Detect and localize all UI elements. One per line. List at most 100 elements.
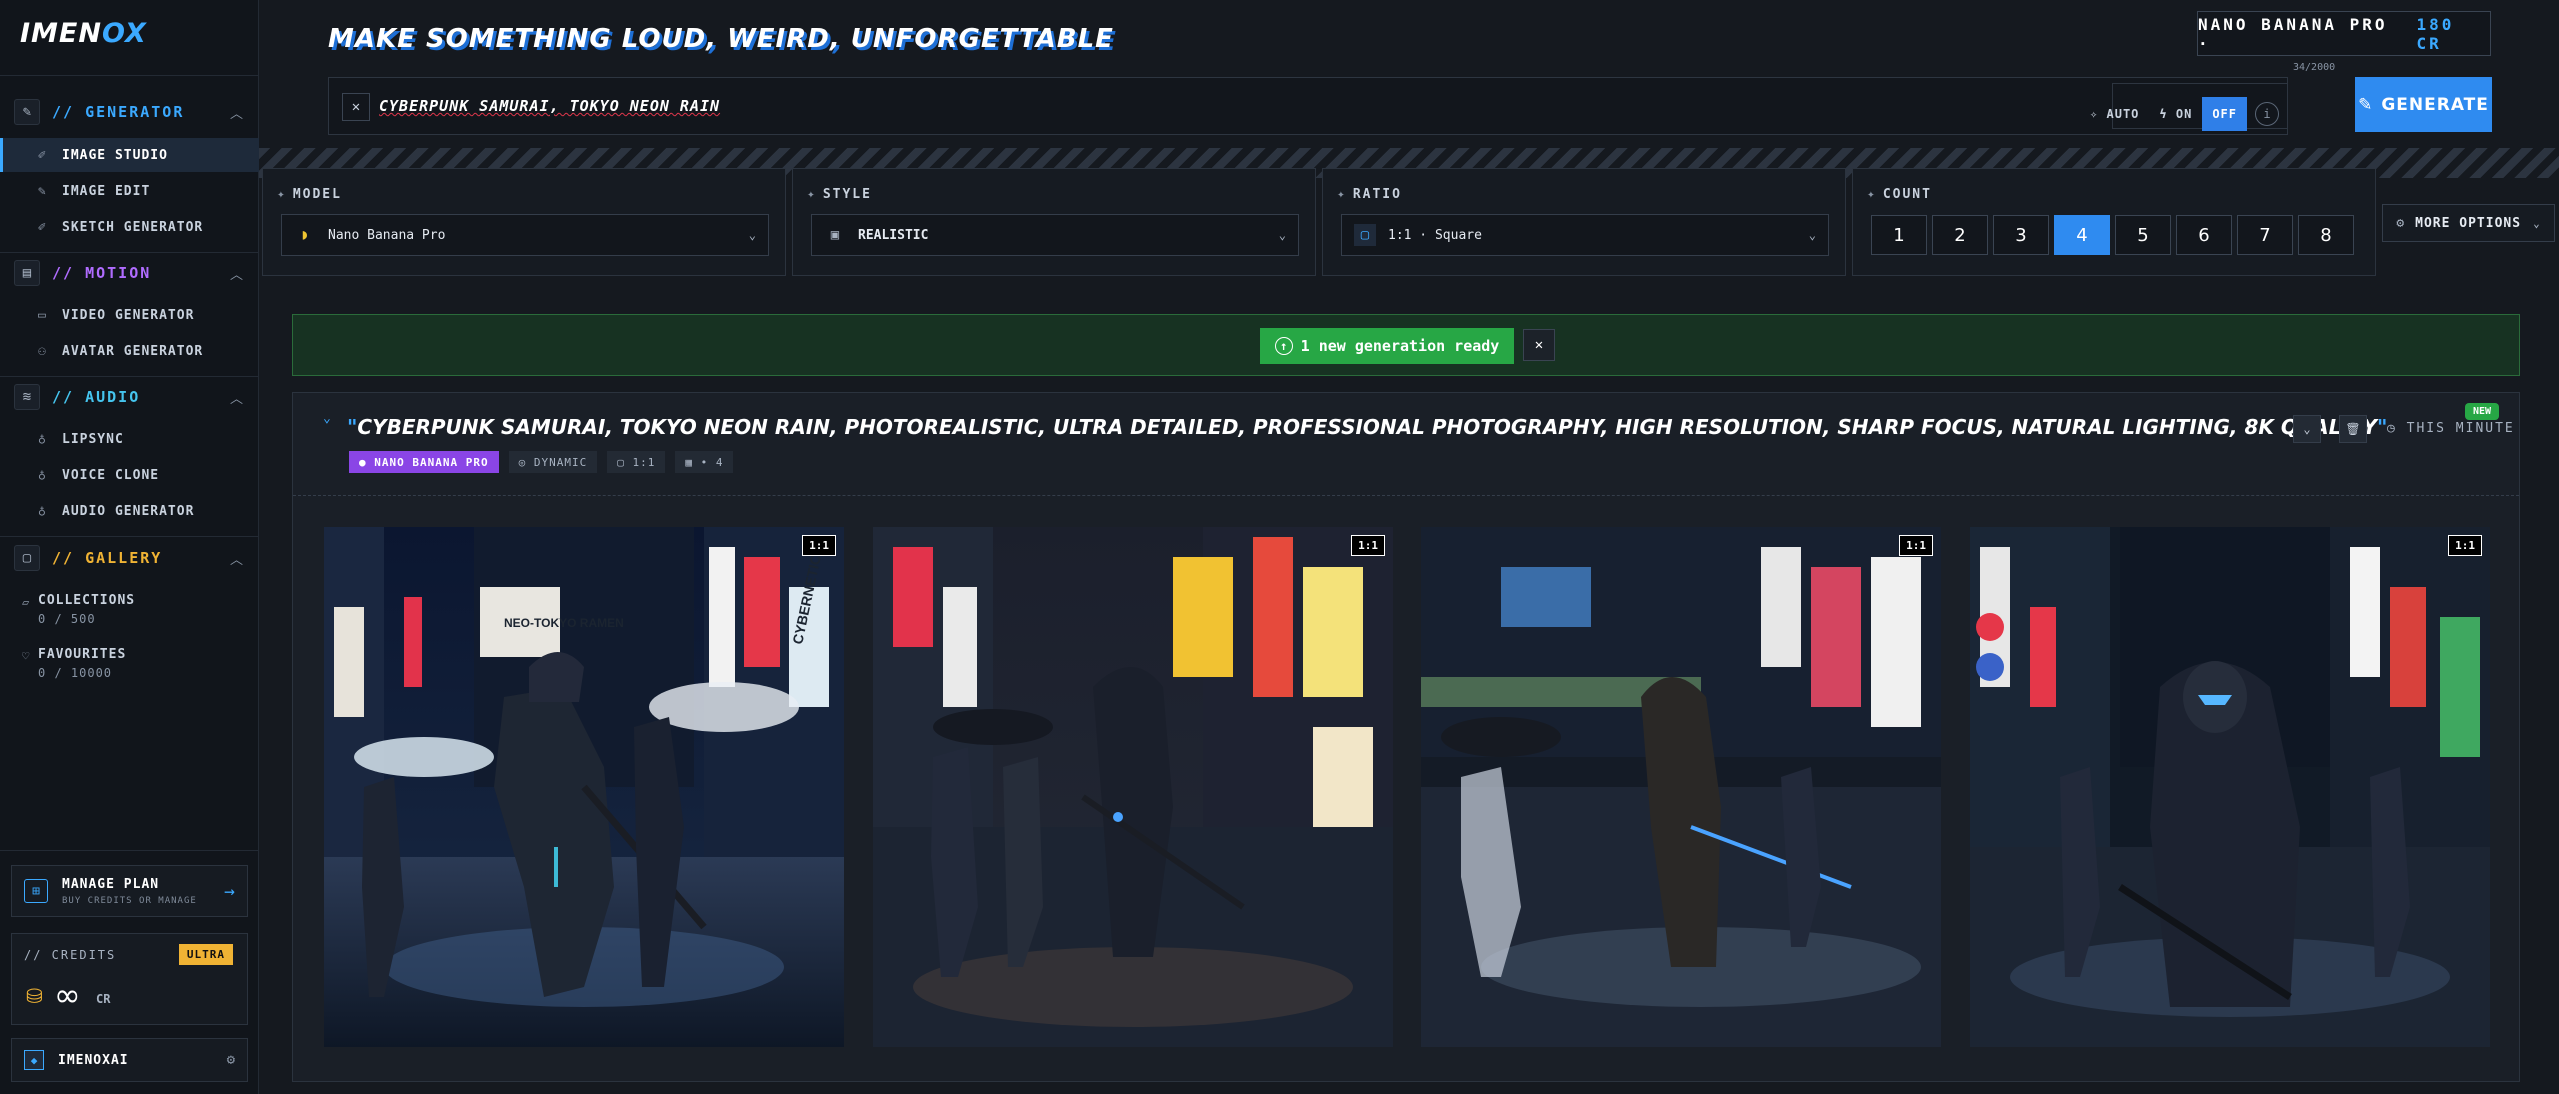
chevron-up-icon[interactable]: ︿ — [230, 549, 243, 568]
result-image-1[interactable]: NEO-TOKYO RAMEN CYBERNETICS 1:1 — [324, 527, 844, 1047]
generate-button[interactable]: ✎ GENERATE — [2355, 77, 2492, 132]
sidebar-item-video-generator[interactable]: ▭ VIDEO GENERATOR — [0, 298, 259, 332]
item-label: COLLECTIONS — [38, 593, 136, 608]
plan-badge: ULTRA — [178, 944, 233, 965]
panel-label: STYLE — [822, 187, 872, 202]
count-option-5[interactable]: 5 — [2115, 215, 2171, 255]
logo[interactable]: IMENOX — [20, 18, 147, 49]
monitor-icon: ▢ — [14, 545, 40, 571]
sidebar-item-lipsync[interactable]: ♁ LIPSYNC — [0, 422, 259, 456]
sidebar-item-avatar-generator[interactable]: ⚇ AVATAR GENERATOR — [0, 334, 259, 368]
section-generator[interactable]: ✎ // GENERATOR ︿ — [0, 95, 259, 129]
count-option-2[interactable]: 2 — [1932, 215, 1988, 255]
enhance-options: ✧ AUTO ϟ ON OFF i — [2080, 89, 2287, 139]
wand-icon: ✎ — [14, 99, 40, 125]
image-4-canvas — [1970, 527, 2490, 1047]
delete-button[interactable]: 🗑 — [2339, 415, 2367, 443]
tag-ratio: ▢ 1:1 — [607, 451, 666, 473]
style-select[interactable]: ▣ REALISTIC ⌄ — [811, 214, 1299, 256]
generation-result: ⌄ "CYBERPUNK SAMURAI, TOKYO NEON RAIN, P… — [292, 392, 2520, 1082]
panel-label: MODEL — [292, 187, 342, 202]
user-icon: ⚇ — [38, 343, 47, 359]
collapse-button[interactable]: ⌄ — [2293, 415, 2321, 443]
chevron-down-icon: ⌄ — [1808, 228, 1816, 242]
model-panel: ✦ MODEL ◗ Nano Banana Pro ⌄ — [262, 168, 786, 276]
section-title: // MOTION — [52, 264, 152, 282]
count-option-4[interactable]: 4 — [2054, 215, 2110, 255]
count-option-6[interactable]: 6 — [2176, 215, 2232, 255]
result-time: ◷ THIS MINUTE — [2387, 421, 2515, 436]
count-option-1[interactable]: 1 — [1871, 215, 1927, 255]
sidebar-item-label: IMAGE EDIT — [62, 183, 151, 199]
clear-prompt-button[interactable]: ✕ — [342, 93, 370, 121]
star-icon: ✦ — [1867, 187, 1877, 202]
mic-icon: ♁ — [38, 467, 47, 483]
panel-label: COUNT — [1882, 187, 1932, 202]
manage-plan-button[interactable]: ⊞ MANAGE PLAN BUY CREDITS OR MANAGE → — [11, 865, 248, 917]
sidebar-item-favourites[interactable]: ♡ FAVOURITES 0 / 10000 — [22, 647, 248, 680]
tag-text: 1:1 — [632, 455, 656, 469]
chevron-up-icon[interactable]: ︿ — [230, 103, 243, 122]
info-icon[interactable]: i — [2255, 102, 2279, 126]
result-image-2[interactable]: 1:1 — [873, 527, 1393, 1047]
section-audio[interactable]: ≋ // AUDIO ︿ — [0, 380, 259, 414]
result-image-3[interactable]: 1:1 — [1421, 527, 1941, 1047]
item-label: FAVOURITES — [38, 647, 127, 662]
tag-count: ▦ • 4 — [675, 451, 734, 473]
more-options-button[interactable]: ⚙ MORE OPTIONS ⌄ — [2382, 204, 2555, 242]
user-card[interactable]: ◆ IMENOXAI ⚙ — [11, 1038, 248, 1082]
image-3-canvas — [1421, 527, 1941, 1047]
count-panel: ✦ COUNT 1 2 3 4 5 6 7 8 — [1852, 168, 2376, 276]
sidebar-item-label: AUDIO GENERATOR — [62, 503, 195, 519]
section-motion[interactable]: ▤ // MOTION ︿ — [0, 256, 259, 290]
gear-icon[interactable]: ⚙ — [227, 1052, 235, 1068]
sidebar-item-collections[interactable]: ▱ COLLECTIONS 0 / 500 — [22, 593, 248, 626]
divider — [293, 495, 2519, 496]
enhance-off[interactable]: OFF — [2202, 97, 2247, 131]
count-option-7[interactable]: 7 — [2237, 215, 2293, 255]
section-title: // GENERATOR — [52, 103, 185, 121]
result-tags: ● NANO BANANA PRO ◎ DYNAMIC ▢ 1:1 ▦ • 4 — [349, 451, 734, 473]
chevron-down-icon[interactable]: ⌄ — [323, 411, 331, 426]
sidebar-item-voice-clone[interactable]: ♁ VOICE CLONE — [0, 458, 259, 492]
model-name: NANO BANANA PRO · — [2198, 14, 2388, 53]
chevron-up-icon[interactable]: ︿ — [230, 264, 243, 283]
sidebar-item-label: VIDEO GENERATOR — [62, 307, 195, 323]
credits-card: // CREDITS ULTRA ⛁ ∞ CR — [11, 933, 248, 1025]
sidebar-item-image-edit[interactable]: ✎ IMAGE EDIT — [0, 174, 259, 208]
chevron-up-icon[interactable]: ︿ — [230, 388, 243, 407]
ratio-select[interactable]: ▢ 1:1 · Square ⌄ — [1341, 214, 1829, 256]
sidebar-item-image-studio[interactable]: ✐ IMAGE STUDIO — [0, 138, 259, 172]
new-generation-pill[interactable]: ↑ 1 new generation ready — [1260, 328, 1514, 364]
cart-icon: ⊞ — [24, 879, 48, 903]
option-label: ON — [2175, 107, 2193, 121]
credits-label: // CREDITS — [24, 948, 117, 962]
username: IMENOXAI — [58, 1052, 129, 1068]
dismiss-banner-button[interactable]: ✕ — [1523, 329, 1555, 361]
sidebar-item-sketch-generator[interactable]: ✐ SKETCH GENERATOR — [0, 210, 259, 244]
prompt-bar: ✕ CYBERPUNK SAMURAI, TOKYO NEON RAIN ✧ A… — [328, 77, 2288, 135]
enhance-on[interactable]: ϟ ON — [2149, 97, 2202, 131]
aspect-badge: 1:1 — [1899, 535, 1933, 556]
model-select[interactable]: ◗ Nano Banana Pro ⌄ — [281, 214, 769, 256]
new-badge: NEW — [2465, 403, 2500, 420]
chevron-down-icon: ⌄ — [748, 228, 756, 242]
arrow-right-icon: → — [224, 880, 235, 902]
count-option-8[interactable]: 8 — [2298, 215, 2354, 255]
divider — [0, 252, 259, 253]
sidebar-item-audio-generator[interactable]: ♁ AUDIO GENERATOR — [0, 494, 259, 528]
enhance-toggle: ✧ AUTO ϟ ON OFF i — [2090, 83, 2288, 131]
bolt-icon: ϟ — [2159, 107, 2176, 121]
chevron-down-icon: ⌄ — [2533, 216, 2541, 230]
result-image-4[interactable]: 1:1 — [1970, 527, 2490, 1047]
gear-icon: ⚙ — [2396, 215, 2406, 231]
prompt-input[interactable]: CYBERPUNK SAMURAI, TOKYO NEON RAIN — [379, 97, 720, 115]
film-icon: ▤ — [14, 260, 40, 286]
sidebar-item-label: AVATAR GENERATOR — [62, 343, 204, 359]
section-gallery[interactable]: ▢ // GALLERY ︿ — [0, 541, 259, 575]
enhance-auto[interactable]: ✧ AUTO — [2080, 97, 2149, 131]
select-value: 1:1 · Square — [1388, 227, 1482, 243]
select-value: REALISTIC — [858, 227, 929, 243]
mic-icon: ♁ — [38, 431, 47, 447]
count-option-3[interactable]: 3 — [1993, 215, 2049, 255]
